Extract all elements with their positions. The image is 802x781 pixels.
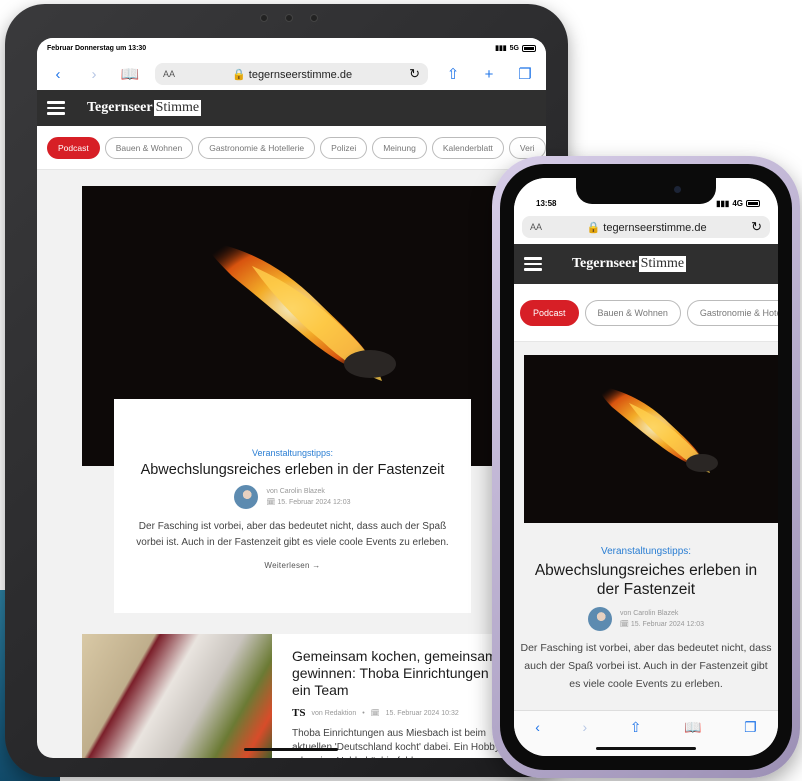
- phone-device: 13:58 ▮▮▮ 4G AA 🔒 tegernseerstimme.de ↻: [492, 156, 800, 778]
- lock-icon: 🔒: [586, 221, 601, 234]
- article-title[interactable]: Abwechslungsreiches erleben in der Faste…: [114, 462, 471, 478]
- showcase-stage: Februar Donnerstag um 13:30 ▮▮▮ 5G ‹ › 📖…: [0, 0, 802, 781]
- site-header: Tegernseer Stimme: [514, 244, 778, 284]
- signal-icon: ▮▮▮: [716, 199, 730, 208]
- sensor-icon: [260, 14, 268, 22]
- article-byline: TS von Redaktion • 🗓 15. Februar 2024 10…: [292, 707, 526, 719]
- browser-toolbar: ‹ › 📖 AA 🔒 tegernseerstimme.de ↻ ⇧ + ❐: [37, 58, 546, 90]
- read-more-link[interactable]: Weiterlesen →: [114, 561, 471, 570]
- bookmarks-icon[interactable]: 📖: [684, 719, 701, 756]
- article-byline: von Carolin Blazek 🗓 15. Februar 2024 12…: [114, 485, 471, 509]
- meta-separator: •: [362, 709, 365, 717]
- status-bar: Februar Donnerstag um 13:30 ▮▮▮ 5G: [37, 38, 546, 58]
- back-icon[interactable]: ‹: [535, 719, 540, 756]
- category-chips: PodcastBauen & WohnenGastronomie & Hotel…: [37, 126, 546, 170]
- network-label: 5G: [509, 44, 519, 52]
- reader-aa-button[interactable]: AA: [163, 69, 175, 79]
- article-excerpt: Thoba Einrichtungen aus Miesbach ist bei…: [292, 728, 521, 758]
- calendar-icon: 🗓: [619, 621, 629, 628]
- url-text: tegernseerstimme.de: [603, 221, 707, 234]
- bookmarks-icon[interactable]: 📖: [119, 65, 141, 83]
- article-excerpt: Der Fasching ist vorbei, aber das bedeut…: [520, 642, 772, 690]
- author-name[interactable]: von Redaktion: [311, 710, 356, 717]
- camera-icon: [674, 186, 681, 193]
- author-avatar: [234, 485, 259, 509]
- hero-image[interactable]: [524, 355, 778, 523]
- article-date: 15. Februar 2024 10:32: [385, 709, 459, 717]
- category-chip[interactable]: Podcast: [520, 299, 579, 326]
- battery-icon: [522, 44, 536, 52]
- category-chip[interactable]: Kalenderblatt: [431, 136, 504, 159]
- reader-aa-button[interactable]: AA: [530, 222, 542, 232]
- menu-icon[interactable]: [47, 101, 65, 115]
- status-time: 13:58: [536, 199, 557, 208]
- notch: [576, 178, 716, 204]
- menu-icon[interactable]: [524, 257, 542, 271]
- author-name[interactable]: von Carolin Blazek: [266, 486, 350, 497]
- article-thumbnail[interactable]: [82, 634, 272, 758]
- author-logo: TS: [292, 707, 306, 719]
- reload-icon[interactable]: ↻: [751, 219, 762, 235]
- address-bar[interactable]: AA 🔒 tegernseerstimme.de ↻: [522, 216, 770, 238]
- site-header: Tegernseer Stimme: [37, 90, 546, 126]
- sensor-icon: [310, 14, 318, 22]
- author-avatar: [587, 607, 612, 631]
- category-chip[interactable]: Gastronomie & Hotelle: [686, 299, 778, 326]
- article-excerpt: Der Fasching ist vorbei, aber das bedeut…: [136, 521, 449, 548]
- site-logo[interactable]: Tegernseer Stimme: [572, 256, 687, 272]
- article-title[interactable]: Abwechslungsreiches erleben in der Faste…: [528, 561, 764, 599]
- article-date: 15. Februar 2024 12:03: [630, 621, 704, 628]
- reload-icon[interactable]: ↻: [409, 66, 420, 82]
- tabs-icon[interactable]: ❐: [514, 65, 536, 83]
- featured-article-card[interactable]: Veranstaltungstipps: Abwechslungsreiches…: [514, 546, 778, 693]
- category-chip[interactable]: Bauen & Wohnen: [584, 299, 681, 326]
- lock-icon: 🔒: [232, 68, 246, 81]
- flame-image: [596, 385, 718, 473]
- phone-screen: 13:58 ▮▮▮ 4G AA 🔒 tegernseerstimme.de ↻: [514, 178, 778, 756]
- category-chip[interactable]: Meinung: [372, 136, 427, 159]
- forward-icon[interactable]: ›: [583, 719, 588, 756]
- featured-article-card[interactable]: Veranstaltungstipps: Abwechslungsreiches…: [114, 399, 471, 613]
- site-logo[interactable]: Tegernseer Stimme: [87, 100, 202, 116]
- battery-icon: [746, 200, 760, 207]
- share-icon[interactable]: ⇧: [442, 65, 464, 83]
- article-kicker[interactable]: Veranstaltungstipps:: [514, 546, 778, 557]
- category-chips: PodcastBauen & WohnenGastronomie & Hotel…: [514, 284, 778, 342]
- new-tab-icon[interactable]: +: [478, 66, 500, 83]
- back-icon[interactable]: ‹: [47, 66, 69, 83]
- author-name[interactable]: von Carolin Blazek: [620, 608, 704, 619]
- home-indicator[interactable]: [596, 747, 696, 750]
- category-chip[interactable]: Podcast: [47, 136, 100, 159]
- url-text: tegernseerstimme.de: [248, 68, 353, 81]
- network-label: 4G: [732, 199, 743, 208]
- calendar-icon: 🗓: [266, 499, 276, 506]
- home-indicator[interactable]: [244, 748, 338, 751]
- article-byline: von Carolin Blazek 🗓 15. Februar 2024 12…: [514, 607, 778, 631]
- signal-icon: ▮▮▮: [495, 45, 507, 52]
- category-chip[interactable]: Polizei: [320, 136, 368, 159]
- camera-icon: [285, 14, 293, 22]
- address-bar[interactable]: AA 🔒 tegernseerstimme.de ↻: [155, 63, 428, 85]
- article-list-item[interactable]: Gemeinsam kochen, gemeinsam gewinnen: Th…: [82, 634, 546, 758]
- category-chip[interactable]: Bauen & Wohnen: [104, 136, 194, 159]
- tablet-device: Februar Donnerstag um 13:30 ▮▮▮ 5G ‹ › 📖…: [5, 4, 568, 777]
- tablet-screen: Februar Donnerstag um 13:30 ▮▮▮ 5G ‹ › 📖…: [37, 38, 546, 758]
- status-time: Februar Donnerstag um 13:30: [47, 44, 147, 52]
- article-kicker[interactable]: Veranstaltungstipps:: [114, 448, 471, 458]
- category-chip[interactable]: Gastronomie & Hotellerie: [198, 136, 316, 159]
- article-date: 15. Februar 2024 12:03: [277, 499, 351, 506]
- article-title[interactable]: Gemeinsam kochen, gemeinsam gewinnen: Th…: [292, 648, 526, 699]
- share-icon[interactable]: ⇧: [630, 719, 642, 756]
- tabs-icon[interactable]: ❐: [744, 719, 757, 756]
- calendar-icon: 🗓: [370, 710, 380, 717]
- forward-icon[interactable]: ›: [83, 66, 105, 83]
